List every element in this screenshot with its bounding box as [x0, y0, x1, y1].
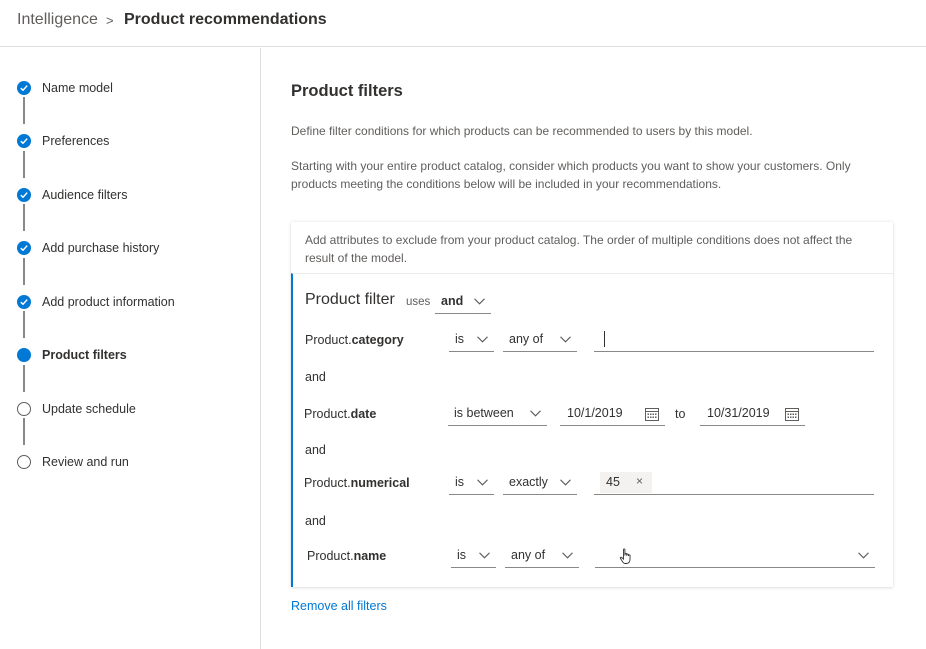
dropdown-value: any of	[509, 332, 544, 346]
attr-prefix: Product.	[307, 549, 354, 563]
end-date-picker[interactable]: 10/31/2019	[700, 402, 805, 426]
start-date-value: 10/1/2019	[567, 406, 623, 420]
calendar-icon[interactable]	[645, 407, 659, 421]
remove-all-filters-link[interactable]: Remove all filters	[291, 599, 387, 613]
checkmark-icon	[17, 81, 31, 95]
dropdown-value: and	[441, 294, 464, 308]
close-icon[interactable]: ×	[636, 474, 643, 488]
step-label: Name model	[42, 81, 113, 95]
attribute-label-numerical: Product.numerical	[304, 476, 410, 490]
step-label: Review and run	[42, 455, 129, 469]
start-date-picker[interactable]: 10/1/2019	[560, 402, 665, 426]
mode-dropdown[interactable]: exactly	[503, 471, 577, 495]
description-text: Define filter conditions for which produ…	[291, 124, 753, 138]
chevron-down-icon	[560, 479, 571, 486]
attr-prefix: Product.	[305, 333, 352, 347]
attr-prefix: Product.	[304, 407, 351, 421]
chevron-down-icon	[560, 336, 571, 343]
step-connector	[23, 151, 25, 178]
card-note: Add attributes to exclude from your prod…	[305, 233, 853, 265]
current-step-icon	[17, 348, 31, 362]
chevron-down-icon	[477, 336, 488, 343]
product-filter-group: Product filter uses and Product.category…	[291, 273, 893, 587]
breadcrumb-separator: >	[106, 13, 114, 28]
attr-prefix: Product.	[304, 476, 351, 490]
breadcrumb-current: Product recommendations	[124, 11, 327, 28]
empty-circle-icon	[17, 402, 31, 416]
attr-name: date	[350, 407, 377, 421]
calendar-icon[interactable]	[785, 407, 799, 421]
attribute-label-category: Product.category	[305, 333, 404, 347]
uses-label: uses	[406, 296, 431, 308]
attribute-label-date: Product.date	[304, 407, 376, 421]
logic-operator-dropdown[interactable]: and	[435, 290, 491, 314]
step-label: Update schedule	[42, 402, 136, 416]
value-tag: 45 ×	[600, 472, 652, 493]
operator-dropdown[interactable]: is between	[448, 402, 547, 426]
and-joiner: and	[305, 443, 326, 457]
step-connector	[23, 204, 25, 231]
header-bar: Intelligence > Product recommendations	[0, 0, 926, 47]
to-label: to	[675, 407, 686, 421]
attr-name: name	[353, 549, 387, 563]
numerical-value-input[interactable]: 45 ×	[594, 471, 874, 495]
step-connector	[23, 418, 25, 445]
checkmark-icon	[17, 188, 31, 202]
operator-dropdown[interactable]: is	[449, 328, 494, 352]
chevron-down-icon	[530, 410, 541, 417]
operator-dropdown[interactable]: is	[451, 544, 496, 568]
and-joiner: and	[305, 514, 326, 528]
step-connector	[23, 97, 25, 124]
text-caret	[604, 331, 605, 347]
dropdown-value: any of	[511, 548, 546, 562]
chevron-down-icon	[477, 479, 488, 486]
dropdown-value: is	[455, 475, 465, 489]
category-value-input[interactable]	[594, 328, 874, 352]
step-connector	[23, 311, 25, 338]
dropdown-value: is	[455, 332, 465, 346]
chevron-down-icon	[858, 552, 869, 559]
and-joiner: and	[305, 370, 326, 384]
end-date-value: 10/31/2019	[707, 406, 770, 420]
operator-dropdown[interactable]: is	[449, 471, 494, 495]
chevron-down-icon	[474, 298, 485, 305]
step-label: Product filters	[42, 348, 127, 362]
step-connector	[23, 365, 25, 392]
breadcrumb-root[interactable]: Intelligence	[17, 11, 98, 29]
step-label: Audience filters	[42, 188, 128, 202]
filter-card: Add attributes to exclude from your prod…	[291, 222, 893, 587]
mode-dropdown[interactable]: any of	[503, 328, 577, 352]
filter-title: Product filter	[305, 291, 395, 308]
name-value-dropdown[interactable]	[595, 544, 875, 568]
mode-dropdown[interactable]: any of	[505, 544, 579, 568]
description-text: Starting with your entire product catalo…	[291, 159, 851, 191]
checkmark-icon	[17, 295, 31, 309]
step-connector	[23, 258, 25, 285]
chevron-down-icon	[479, 552, 490, 559]
stepper-sidebar: Name model Preferences Audience filters …	[0, 48, 261, 649]
dropdown-value: is	[457, 548, 467, 562]
tag-value: 45	[606, 475, 620, 489]
chevron-down-icon	[562, 552, 573, 559]
dropdown-value: exactly	[509, 475, 548, 489]
attribute-label-name: Product.name	[307, 549, 386, 563]
step-label: Add product information	[42, 295, 175, 309]
empty-circle-icon	[17, 455, 31, 469]
attr-name: category	[351, 333, 404, 347]
dropdown-value: is between	[454, 406, 514, 420]
page-title: Product filters	[291, 82, 403, 100]
step-label: Preferences	[42, 134, 110, 148]
attr-name: numerical	[350, 476, 410, 490]
step-label: Add purchase history	[42, 241, 160, 255]
hand-cursor-icon	[619, 548, 631, 564]
checkmark-icon	[17, 241, 31, 255]
checkmark-icon	[17, 134, 31, 148]
